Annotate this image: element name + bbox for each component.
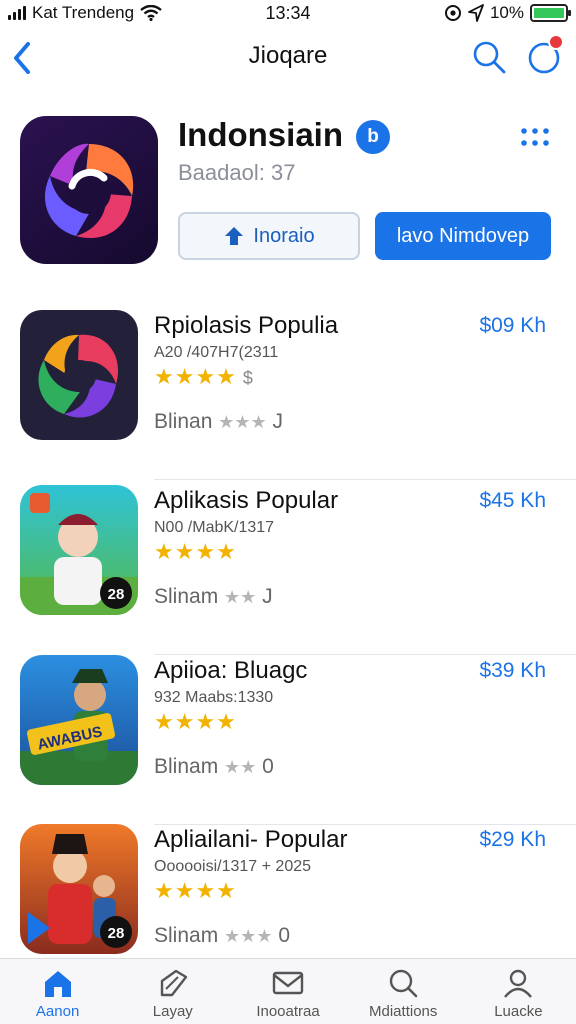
- app-name: Rpiolasis Populia: [154, 312, 339, 339]
- download-button[interactable]: lavo Nimdovep: [375, 212, 551, 260]
- app-status: Blinam ★★ 0: [154, 755, 274, 779]
- rating-stars-value: ★★★★: [154, 878, 237, 903]
- tab-search[interactable]: Mdiattions: [346, 959, 461, 1024]
- notification-badge: [548, 34, 564, 50]
- status-suffix: J: [262, 585, 273, 608]
- status-suffix: J: [272, 410, 284, 433]
- tab-inbox[interactable]: Inooatraa: [230, 959, 345, 1024]
- rating-stars: ★★★★ $: [154, 364, 253, 390]
- app-meta: N00 /MabK/1317: [154, 519, 275, 536]
- tab-label: Luacke: [494, 1003, 543, 1020]
- search-icon: [390, 969, 418, 998]
- profile-icon: [504, 969, 533, 998]
- app-icon: [20, 310, 138, 440]
- info-button[interactable]: Inoraio: [178, 212, 360, 260]
- svg-text:28: 28: [108, 925, 125, 942]
- rating-stars-value: ★★★★: [154, 709, 237, 734]
- app-status: Blinan ★★★ J: [154, 410, 283, 434]
- mail-icon: [272, 971, 304, 995]
- tab-label: Aanon: [35, 1003, 80, 1020]
- app-status: Slinam ★★★ 0: [154, 924, 290, 948]
- info-button-label: Inoraio: [253, 224, 315, 247]
- tab-layay[interactable]: Layay: [115, 959, 230, 1024]
- svg-text:28: 28: [108, 586, 125, 603]
- status-time: 13:34: [265, 2, 311, 23]
- app-status: Slinam ★★ J: [154, 585, 273, 609]
- home-icon: [44, 971, 71, 997]
- notification-button[interactable]: [526, 34, 564, 76]
- status-stars: ★★★: [218, 412, 267, 432]
- app-name: Aplikasis Popular: [154, 487, 339, 514]
- divider: [154, 479, 576, 480]
- tab-label: Inooatraa: [256, 1003, 320, 1020]
- app-meta: A20 /407H7(2311: [154, 344, 279, 361]
- pin-icon: [225, 227, 244, 245]
- carrier-label: Kat Trendeng: [32, 3, 135, 22]
- app-meta: 932 Maabs:1330: [154, 689, 274, 706]
- list-item[interactable]: AWABUS Apiioa: Bluagc 932 Maabs:1330 ★★★…: [0, 655, 576, 825]
- rating-stars: ★★★★: [154, 709, 237, 735]
- rating-stars: ★★★★: [154, 539, 237, 565]
- rating-stars-value: ★★★★: [154, 539, 237, 564]
- rating-extra: $: [242, 368, 253, 388]
- tab-label: Layay: [152, 1003, 193, 1020]
- list-item[interactable]: 28 Aplikasis Popular N00 /MabK/1317 ★★★★…: [0, 485, 576, 655]
- app-price[interactable]: $45 Kh: [479, 489, 546, 513]
- nav-bar: Jioqare: [0, 30, 576, 86]
- featured-app-subtitle: Baadaol: 37: [178, 160, 296, 185]
- status-stars: ★★: [224, 757, 257, 777]
- app-status-label: Slinam: [154, 585, 219, 608]
- list-item[interactable]: Rpiolasis Populia A20 /407H7(2311 ★★★★ $ …: [0, 310, 576, 480]
- tab-bar: Aanon Layay Inooatraa Mdiattions Luacke: [0, 958, 576, 1024]
- status-suffix: 0: [278, 924, 290, 947]
- app-icon: AWABUS: [20, 655, 138, 785]
- app-name: Apiioa: Bluagc: [154, 657, 308, 684]
- status-stars: ★★: [224, 587, 257, 607]
- app-icon: 28: [20, 485, 138, 615]
- battery-icon: [530, 4, 571, 22]
- rating-stars-value: ★★★★: [154, 364, 237, 389]
- app-price[interactable]: $09 Kh: [479, 314, 546, 338]
- app-price[interactable]: $39 Kh: [479, 659, 546, 683]
- swirl-logo-icon: [45, 143, 134, 239]
- status-stars: ★★★: [224, 926, 273, 946]
- featured-app-icon[interactable]: [20, 116, 158, 264]
- signal-icon: [8, 6, 26, 20]
- app-name: Apliailani- Popular: [154, 826, 348, 853]
- app-status-label: Blinan: [154, 410, 213, 433]
- tag-icon: [160, 969, 187, 997]
- app-status-label: Slinam: [154, 924, 219, 947]
- battery-percent: 10%: [489, 3, 524, 22]
- rating-stars: ★★★★: [154, 878, 237, 904]
- tab-label: Mdiattions: [369, 1003, 438, 1020]
- wifi-icon: [140, 5, 162, 21]
- location-icon: [468, 4, 484, 22]
- app-icon: 28: [20, 824, 138, 954]
- more-options-icon[interactable]: [520, 126, 550, 148]
- status-suffix: 0: [262, 755, 274, 778]
- verified-badge-icon: b: [356, 120, 390, 154]
- status-bar: Kat Trendeng 13:34 10%: [0, 0, 576, 26]
- tab-home[interactable]: Aanon: [0, 959, 115, 1024]
- tab-profile[interactable]: Luacke: [461, 959, 576, 1024]
- app-status-label: Blinam: [154, 755, 219, 778]
- orientation-lock-icon: [444, 5, 461, 21]
- app-meta: Oooooisi/1317 + 2025: [154, 858, 312, 875]
- app-price[interactable]: $29 Kh: [479, 828, 546, 852]
- featured-app-title: Indonsiain: [178, 116, 343, 153]
- search-icon[interactable]: [472, 40, 506, 74]
